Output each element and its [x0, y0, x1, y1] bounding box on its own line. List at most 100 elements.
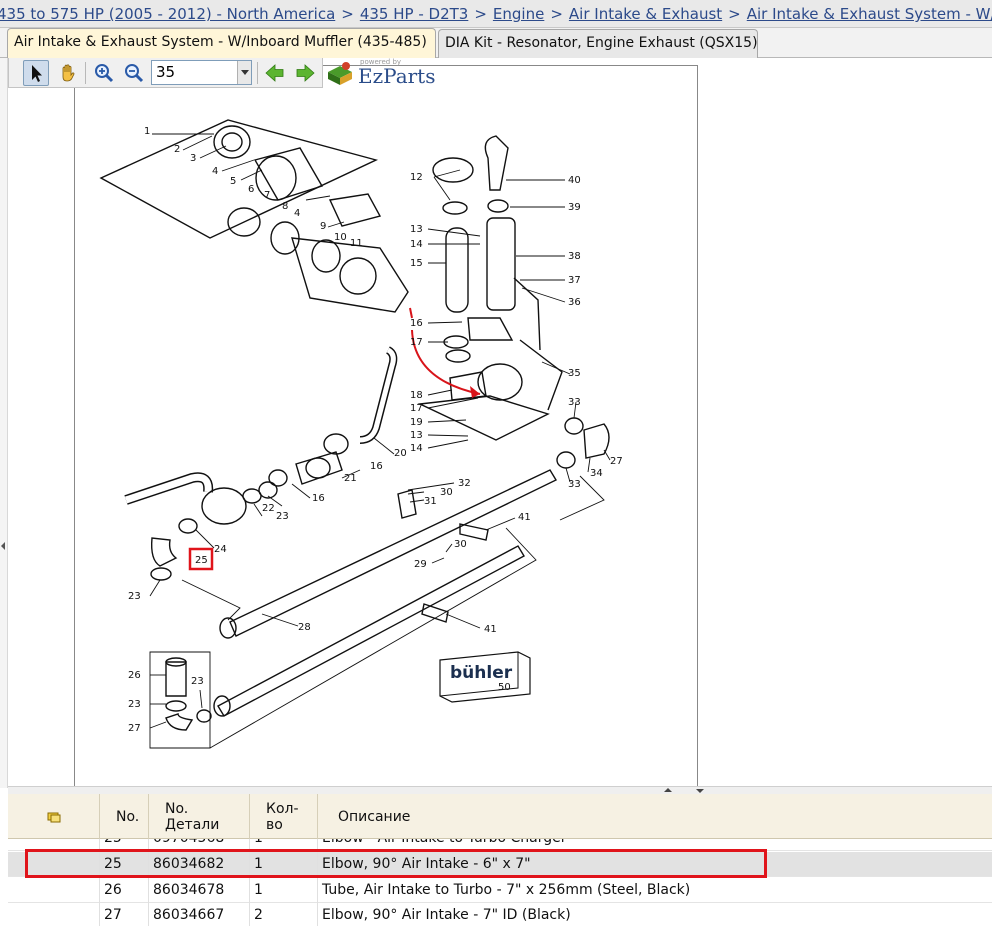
column-header-cart[interactable]: [8, 794, 100, 839]
callout-5[interactable]: 5: [230, 176, 236, 187]
buhler-logo-text: bühler: [450, 663, 513, 683]
callout-9[interactable]: 9: [320, 221, 326, 232]
breadcrumb-item-system[interactable]: Air Intake & Exhaust System - W/Inboard …: [747, 5, 992, 23]
callout-13[interactable]: 13: [410, 430, 423, 441]
column-header-part-number[interactable]: No. Детали: [149, 794, 250, 839]
callout-30[interactable]: 30: [454, 539, 467, 550]
splitter-bar[interactable]: [8, 786, 992, 794]
callout-2[interactable]: 2: [174, 144, 180, 155]
callout-12[interactable]: 12: [410, 172, 423, 183]
chevron-down-icon[interactable]: [237, 61, 251, 84]
callout-38[interactable]: 38: [568, 251, 581, 262]
table-cell-part: 86034667: [149, 903, 250, 926]
table-header: No. No. Детали Кол-во Описание: [8, 794, 992, 839]
callout-20[interactable]: 20: [394, 448, 407, 459]
table-cell-cart: [8, 878, 100, 903]
callout-35[interactable]: 35: [568, 368, 581, 379]
callout-14[interactable]: 14: [410, 443, 423, 454]
callout-4[interactable]: 4: [294, 208, 300, 219]
tab-dia-kit-resonator[interactable]: DIA Kit - Resonator, Engine Exhaust (QSX…: [438, 29, 758, 58]
callout-25[interactable]: 25: [195, 555, 208, 566]
callout-39[interactable]: 39: [568, 202, 581, 213]
callout-27[interactable]: 27: [128, 723, 141, 734]
pan-hand-icon[interactable]: [55, 60, 81, 86]
callout-34[interactable]: 34: [590, 468, 603, 479]
breadcrumb-item-model[interactable]: 435 to 575 HP (2005 - 2012) - North Amer…: [0, 5, 335, 23]
callout-28[interactable]: 28: [298, 622, 311, 633]
tab-air-intake-system[interactable]: Air Intake & Exhaust System - W/Inboard …: [7, 28, 436, 58]
callout-19[interactable]: 19: [410, 417, 423, 428]
elbow-25: [150, 537, 178, 567]
callout-21[interactable]: 21: [344, 473, 357, 484]
callout-7[interactable]: 7: [264, 190, 270, 201]
callout-23[interactable]: 23: [128, 699, 141, 710]
column-header-description[interactable]: Описание: [318, 794, 992, 839]
toolbar-separator: [85, 62, 86, 84]
zoom-in-icon[interactable]: [91, 60, 117, 86]
breadcrumb-item-engine-hp[interactable]: 435 HP - D2T3: [360, 5, 468, 23]
expand-down-icon[interactable]: [696, 789, 704, 793]
breadcrumb-separator: >: [474, 5, 487, 23]
callout-15[interactable]: 15: [410, 258, 423, 269]
callout-31[interactable]: 31: [424, 496, 437, 507]
callout-33[interactable]: 33: [568, 397, 581, 408]
zoom-level-select[interactable]: 35: [151, 60, 252, 85]
callout-10[interactable]: 10: [334, 232, 347, 243]
ezparts-logo-icon: [328, 62, 352, 85]
callout-16[interactable]: 16: [410, 318, 423, 329]
zoom-out-icon[interactable]: [121, 60, 147, 86]
callout-29[interactable]: 29: [414, 559, 427, 570]
table-cell-description: Tube, Air Intake to Turbo - 7" x 256mm (…: [322, 882, 691, 898]
callout-33[interactable]: 33: [568, 479, 581, 490]
callout-23[interactable]: 23: [128, 591, 141, 602]
column-header-no[interactable]: No.: [100, 794, 149, 839]
parts-diagram[interactable]: 1234567849101112131415403938373616171817…: [74, 66, 690, 788]
filter-cap: [213, 125, 251, 159]
table-row[interactable]: 26 86034678 1 Tube, Air Intake to Turbo …: [8, 878, 992, 903]
callout-24[interactable]: 24: [214, 544, 227, 555]
callout-40[interactable]: 40: [568, 175, 581, 186]
callout-18[interactable]: 18: [410, 390, 423, 401]
callout-41[interactable]: 41: [484, 624, 497, 635]
callout-22[interactable]: 22: [262, 503, 275, 514]
breadcrumb-item-air-intake[interactable]: Air Intake & Exhaust: [569, 5, 722, 23]
callout-3[interactable]: 3: [190, 153, 196, 164]
air-filter-housing: [291, 237, 409, 313]
callout-23[interactable]: 23: [276, 511, 289, 522]
callout-30[interactable]: 30: [440, 487, 453, 498]
callout-32[interactable]: 32: [458, 478, 471, 489]
callout-8[interactable]: 8: [282, 201, 288, 212]
callout-17[interactable]: 17: [410, 337, 423, 348]
table-cell-cart: [8, 903, 100, 926]
callout-26[interactable]: 26: [128, 670, 141, 681]
callout-23[interactable]: 23: [191, 676, 204, 687]
callout-1[interactable]: 1: [144, 126, 150, 137]
next-arrow-icon[interactable]: [292, 60, 318, 86]
table-row[interactable]: 27 86034667 2 Elbow, 90° Air Intake - 7"…: [8, 903, 992, 926]
callout-41[interactable]: 41: [518, 512, 531, 523]
callout-37[interactable]: 37: [568, 275, 581, 286]
previous-arrow-icon[interactable]: [262, 60, 288, 86]
callout-27[interactable]: 27: [610, 456, 623, 467]
buhler-logo-number: 50: [498, 682, 511, 693]
breadcrumb-separator: >: [728, 5, 741, 23]
vertical-tube: [445, 227, 469, 313]
callout-16[interactable]: 16: [370, 461, 383, 472]
left-splitter[interactable]: [0, 58, 8, 788]
breadcrumb-item-engine[interactable]: Engine: [493, 5, 544, 23]
table-cell-part: 86034678: [149, 878, 250, 903]
column-header-quantity[interactable]: Кол-во: [250, 794, 318, 839]
select-pointer-icon[interactable]: [23, 60, 49, 86]
collapse-left-icon[interactable]: [1, 542, 5, 550]
expand-up-icon[interactable]: [664, 788, 672, 792]
callout-4[interactable]: 4: [212, 166, 218, 177]
callout-11[interactable]: 11: [350, 238, 363, 249]
callout-13[interactable]: 13: [410, 224, 423, 235]
callout-6[interactable]: 6: [248, 184, 254, 195]
callout-36[interactable]: 36: [568, 297, 581, 308]
callout-16[interactable]: 16: [312, 493, 325, 504]
callout-17[interactable]: 17: [410, 403, 423, 414]
table-cell-qty: 1: [250, 878, 318, 903]
callout-14[interactable]: 14: [410, 239, 423, 250]
viewer-toolbar: 35: [8, 58, 323, 88]
